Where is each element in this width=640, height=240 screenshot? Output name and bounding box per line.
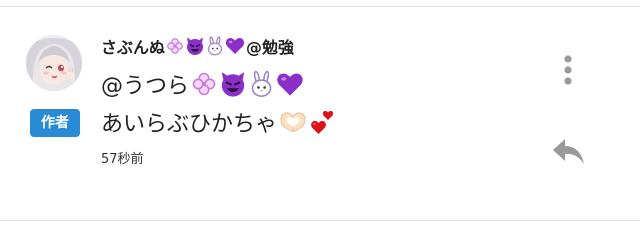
avatar[interactable] <box>26 35 82 91</box>
reply-arrow-icon <box>553 139 584 164</box>
username-text: さぶんぬ <box>101 38 166 57</box>
avatar-image <box>26 35 82 91</box>
reply-button[interactable] <box>548 134 588 168</box>
mention-text[interactable]: @うつら <box>101 68 189 100</box>
two-hearts-icon <box>309 108 337 136</box>
purple-heart-icon <box>225 37 245 55</box>
comment-body-line2: あいらぶひかちゃ <box>101 106 337 138</box>
smiling-devil-icon <box>185 36 205 56</box>
username[interactable]: さぶんぬ @勉強 <box>101 34 294 58</box>
top-divider <box>0 6 640 7</box>
author-badge: 作者 <box>30 109 80 137</box>
bottom-divider <box>0 220 640 221</box>
rabbit-icon <box>206 36 224 56</box>
username-suffix: @勉強 <box>246 38 295 57</box>
heart-hands-icon <box>279 110 307 134</box>
purple-heart-icon <box>276 72 304 97</box>
rabbit-icon <box>249 70 274 98</box>
smiling-devil-icon <box>219 70 247 98</box>
clover-icon <box>191 71 217 97</box>
vertical-ellipsis-icon <box>564 55 572 85</box>
clover-icon <box>166 37 184 55</box>
comment-text: あいらぶひかちゃ <box>101 112 278 137</box>
more-options-button[interactable] <box>554 52 582 92</box>
timestamp: 57秒前 <box>101 152 144 167</box>
comment-body-line1: @うつら <box>101 68 304 100</box>
